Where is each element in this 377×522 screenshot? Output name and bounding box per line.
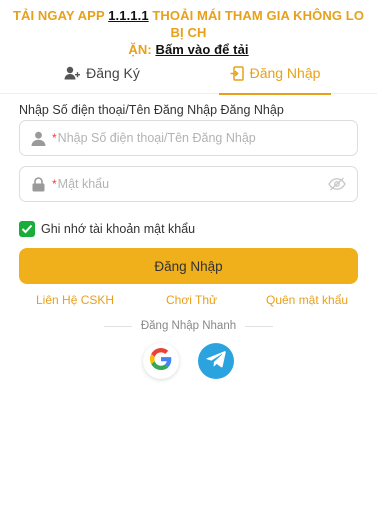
auth-tabs: Đăng Ký Đăng Nhập: [0, 52, 377, 95]
quick-login-label: Đăng Nhập Nhanh: [140, 320, 237, 332]
required-mark: *: [52, 131, 57, 145]
download-app-banner[interactable]: TẢI NGAY APP 1.1.1.1 THOẢI MÁI THAM GIA …: [0, 7, 377, 58]
login-door-icon: [230, 65, 244, 81]
account-field-label: Nhập Số điện thoại/Tên Đăng Nhập Đăng Nh…: [19, 103, 284, 117]
account-field[interactable]: *: [19, 120, 358, 156]
tab-login[interactable]: Đăng Nhập: [181, 52, 369, 95]
remember-checkbox[interactable]: [19, 221, 35, 237]
banner-prefix: TẢI NGAY APP: [12, 8, 109, 23]
remember-me[interactable]: Ghi nhớ tài khoản mật khẩu: [19, 221, 195, 237]
password-input[interactable]: [57, 177, 323, 191]
login-button[interactable]: Đăng Nhập: [19, 248, 358, 284]
remember-label: Ghi nhớ tài khoản mật khẩu: [41, 222, 196, 236]
google-login-button[interactable]: [143, 343, 179, 379]
banner-middle: THOẢI MÁI THAM GIA KHÔNG LO BỊ CH: [148, 8, 365, 40]
add-user-icon: [64, 66, 81, 80]
support-link[interactable]: Liên Hệ CSKH: [36, 293, 114, 307]
tab-register[interactable]: Đăng Ký: [8, 52, 196, 94]
lock-icon: [30, 176, 46, 192]
tab-login-label: Đăng Nhập: [249, 65, 321, 81]
quick-login-divider: Đăng Nhập Nhanh: [0, 320, 377, 332]
telegram-icon: [206, 350, 226, 373]
required-mark: *: [52, 177, 57, 191]
account-input[interactable]: [57, 131, 347, 145]
eye-slash-icon[interactable]: [327, 176, 347, 192]
trial-link[interactable]: Chơi Thử: [166, 293, 217, 307]
telegram-login-button[interactable]: [198, 343, 234, 379]
password-field[interactable]: *: [19, 166, 358, 202]
user-icon: [30, 130, 46, 146]
google-icon: [150, 347, 172, 375]
tab-register-label: Đăng Ký: [86, 65, 140, 81]
forgot-password-link[interactable]: Quên mật khẩu: [266, 293, 348, 307]
divider-line: [103, 325, 132, 327]
divider-line: [245, 325, 274, 327]
banner-app-version[interactable]: 1.1.1.1: [108, 8, 148, 23]
